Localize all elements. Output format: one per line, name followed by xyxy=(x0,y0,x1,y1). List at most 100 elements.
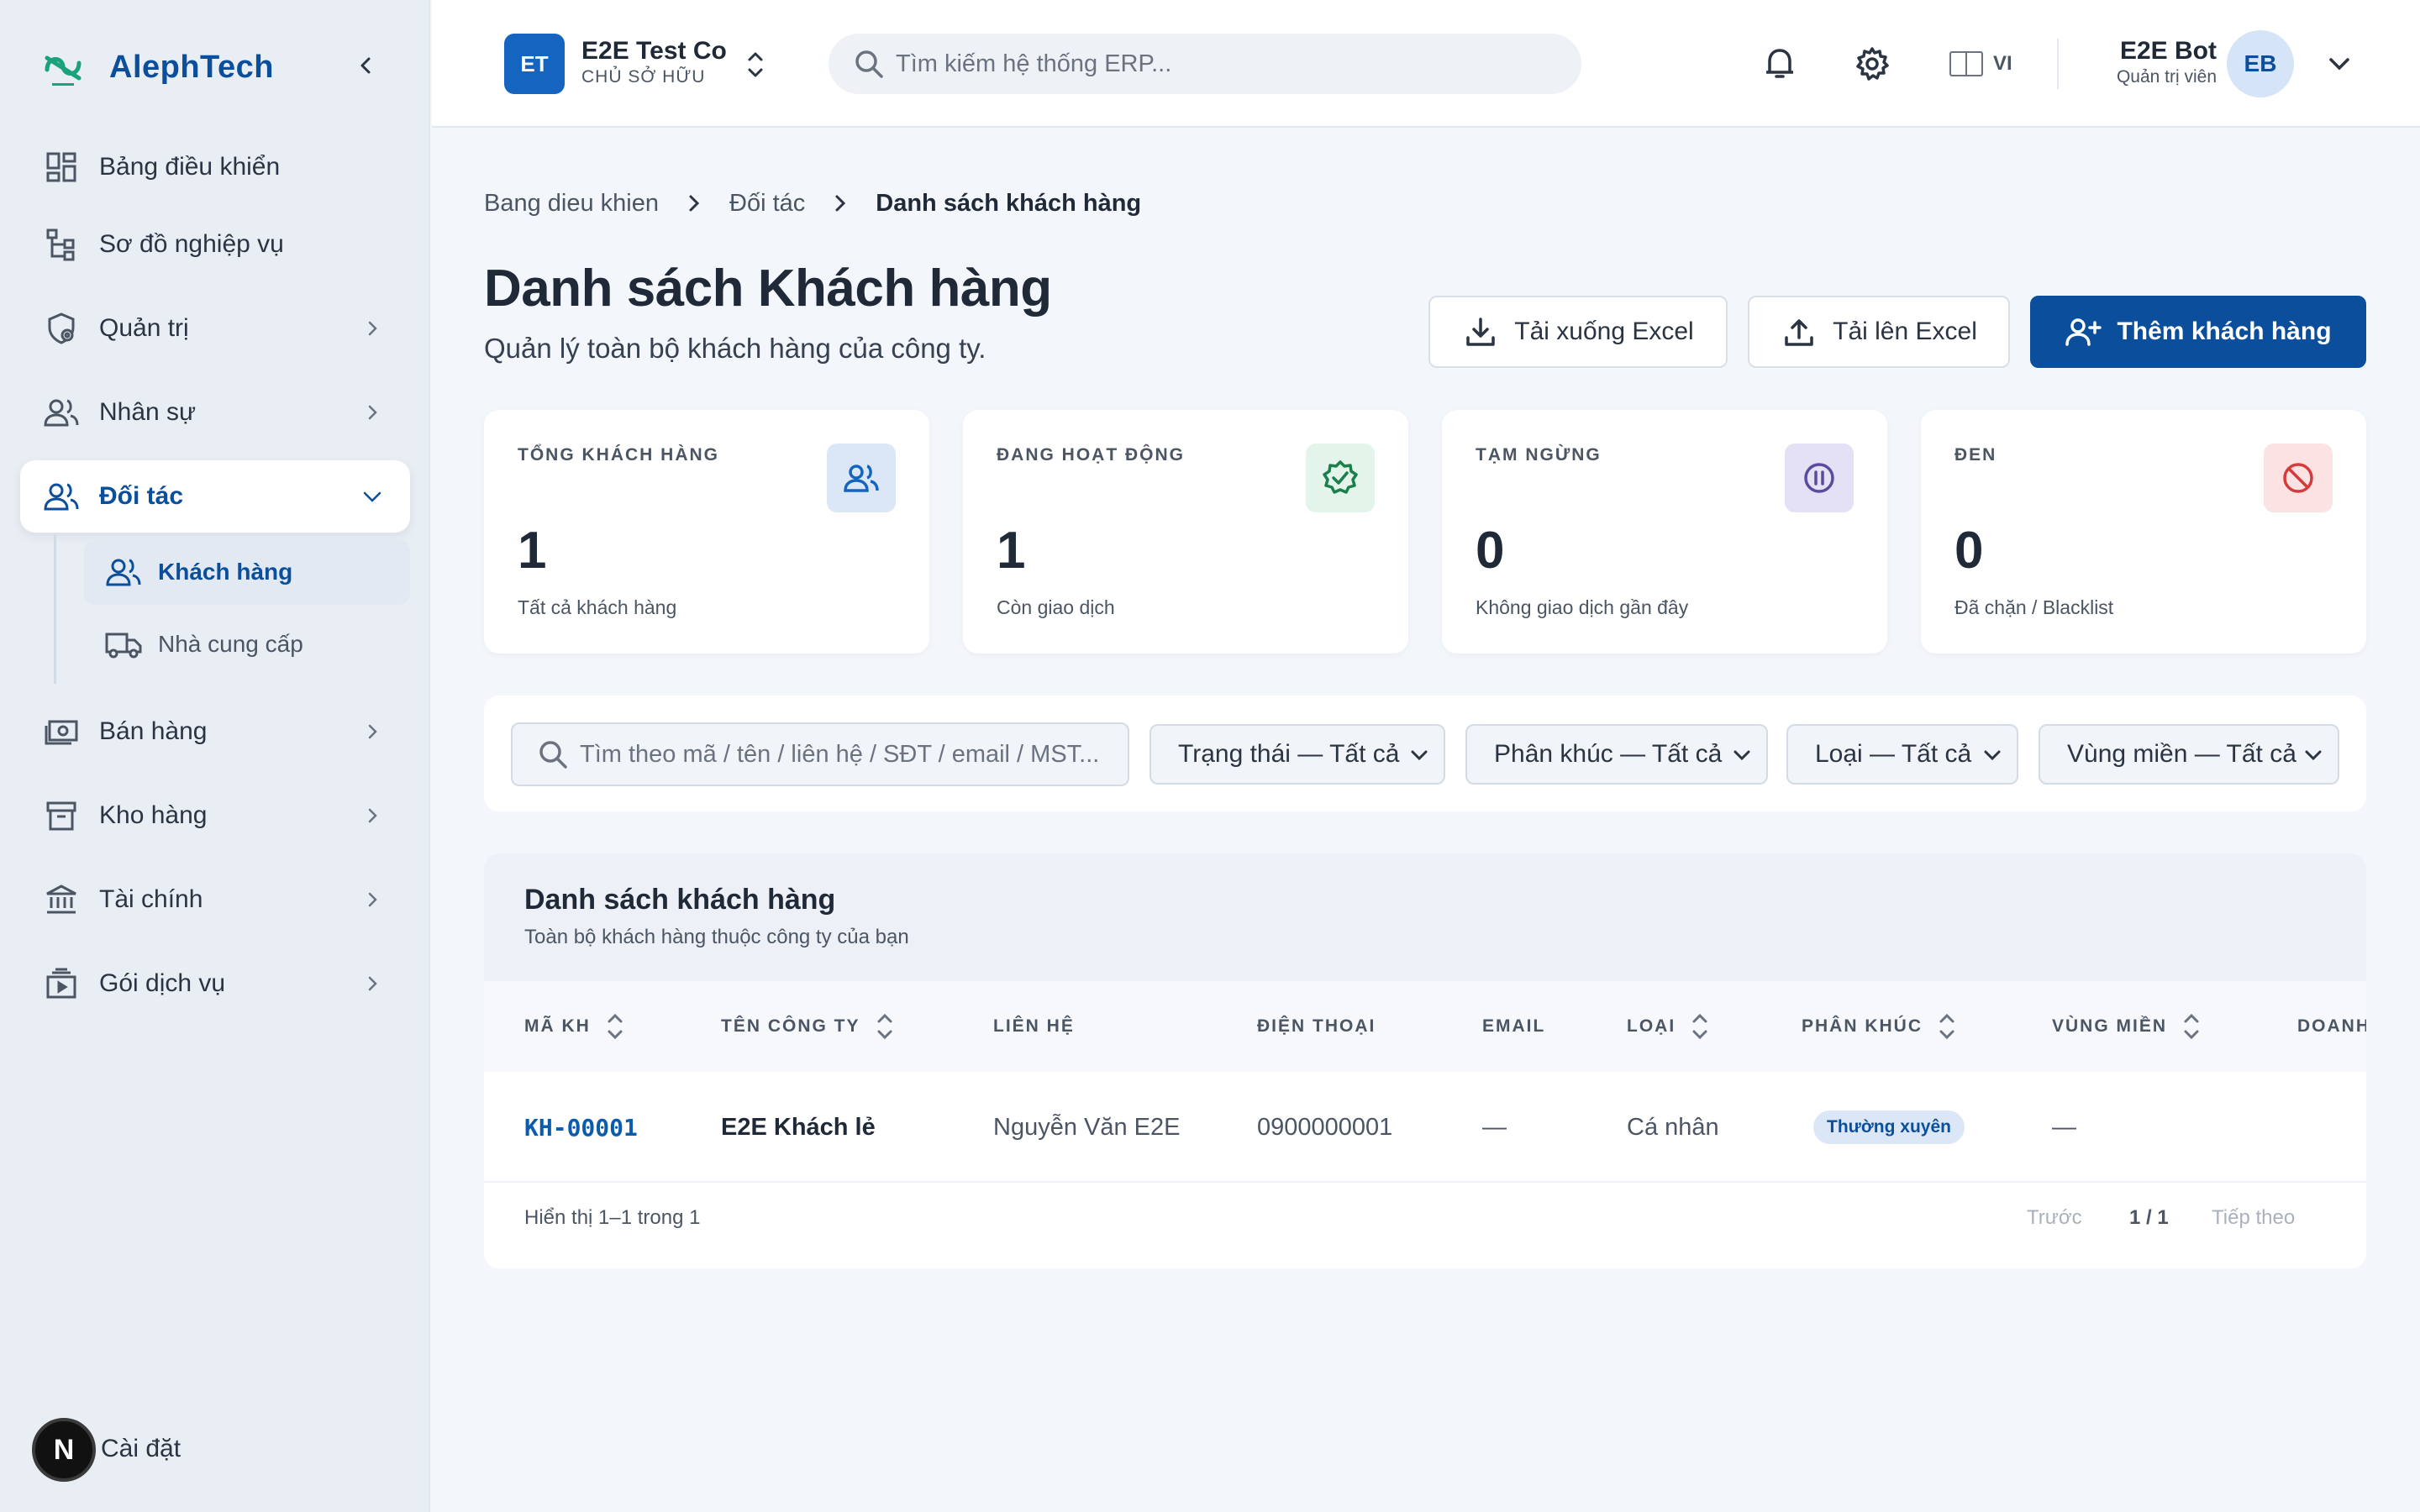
language-switcher[interactable]: VI xyxy=(1949,40,2012,87)
column-header-label: LIÊN HỆ xyxy=(993,1016,1075,1036)
global-search[interactable] xyxy=(829,34,1581,94)
sidebar-item-partners[interactable]: Đối tác xyxy=(20,460,410,533)
sitemap-icon xyxy=(40,223,82,265)
flag-icon xyxy=(1949,51,1983,76)
sidebar-item-process-map[interactable]: Sơ đồ nghiệp vụ xyxy=(20,208,410,281)
customer-search-input[interactable] xyxy=(580,740,1118,769)
search-icon xyxy=(850,45,887,82)
sort-icon[interactable] xyxy=(606,1010,624,1043)
breadcrumb-home[interactable]: Bang dieu khien xyxy=(484,190,659,218)
stat-value: 1 xyxy=(997,522,1026,580)
footer-avatar[interactable]: N xyxy=(32,1418,96,1482)
download-excel-button[interactable]: Tải xuống Excel xyxy=(1428,296,1728,368)
column-header-label: LOẠI xyxy=(1627,1016,1676,1036)
breadcrumb-partners[interactable]: Đối tác xyxy=(729,190,805,218)
column-header-contact: LIÊN HỆ xyxy=(993,981,1075,1072)
stat-subtitle: Không giao dịch gần đây xyxy=(1476,596,1689,618)
blocked-icon xyxy=(2264,444,2333,512)
sidebar-item-warehouse[interactable]: Kho hàng xyxy=(20,780,410,852)
column-header-segment[interactable]: PHÂN KHÚC xyxy=(1802,981,1956,1072)
stat-subtitle: Còn giao dịch xyxy=(997,596,1115,618)
settings-link[interactable]: Cài đặt xyxy=(101,1435,181,1463)
sidebar-item-label: Quản trị xyxy=(99,314,189,342)
table-row[interactable]: KH-00001 E2E Khách lẻ Nguyễn Văn E2E 090… xyxy=(484,1072,2366,1183)
segment-filter[interactable]: Phân khúc — Tất cả xyxy=(1465,724,1768,785)
truck-icon xyxy=(103,623,145,665)
status-filter[interactable]: Trạng thái — Tất cả xyxy=(1150,724,1445,785)
dashboard-icon xyxy=(40,146,82,188)
stat-card-active: ĐANG HOẠT ĐỘNG 1 Còn giao dịch xyxy=(963,410,1408,654)
avatar[interactable]: EB xyxy=(2227,30,2294,97)
breadcrumb: Bang dieu khien Đối tác Danh sách khách … xyxy=(484,186,1141,220)
sort-icon[interactable] xyxy=(876,1010,894,1043)
customer-code-link[interactable]: KH-00001 xyxy=(524,1072,638,1183)
sidebar-item-subscription[interactable]: Gói dịch vụ xyxy=(20,948,410,1020)
add-customer-button[interactable]: Thêm khách hàng xyxy=(2030,296,2366,368)
sidebar-item-label: Tài chính xyxy=(99,885,203,913)
aleph-logo-icon xyxy=(40,45,86,90)
upload-icon xyxy=(1781,313,1818,350)
customer-search[interactable] xyxy=(511,722,1129,786)
column-header-type[interactable]: LOẠI xyxy=(1627,981,1709,1072)
sidebar-item-hr[interactable]: Nhân sự xyxy=(20,376,410,449)
pause-icon xyxy=(1785,444,1854,512)
sidebar-item-admin[interactable]: Quản trị xyxy=(20,292,410,365)
customer-segment-cell: Thường xuyên xyxy=(1813,1072,1965,1183)
column-header-company[interactable]: TÊN CÔNG TY xyxy=(721,981,894,1072)
customer-company: E2E Khách lẻ xyxy=(721,1113,876,1141)
download-excel-label: Tải xuống Excel xyxy=(1514,318,1694,345)
sidebar-item-label: Nhân sự xyxy=(99,398,197,426)
chevron-right-icon xyxy=(677,186,711,220)
company-name[interactable]: E2E Test Co xyxy=(581,37,727,66)
global-search-input[interactable] xyxy=(896,50,1551,78)
people-icon xyxy=(40,391,82,433)
upload-excel-button[interactable]: Tải lên Excel xyxy=(1748,296,2010,368)
segment-filter-value: Phân khúc — Tất cả xyxy=(1494,740,1723,768)
page-title: Danh sách Khách hàng xyxy=(484,260,1052,318)
sidebar-item-sales[interactable]: Bán hàng xyxy=(20,696,410,768)
sidebar-subitem-customers[interactable]: Khách hàng xyxy=(84,539,410,605)
sidebar: AlephTech Bảng điều khiển Sơ đồ nghiệp v… xyxy=(0,0,430,1512)
table-header-block: Danh sách khách hàng Toàn bộ khách hàng … xyxy=(484,853,2366,981)
column-header-region[interactable]: VÙNG MIỀN xyxy=(2052,981,2201,1072)
sidebar-subitem-suppliers[interactable]: Nhà cung cấp xyxy=(84,612,410,677)
column-header-label: ĐIỆN THOẠI xyxy=(1257,1016,1376,1036)
language-code: VI xyxy=(1993,52,2012,75)
type-filter[interactable]: Loại — Tất cả xyxy=(1786,724,2018,785)
region-filter-value: Vùng miền — Tất cả xyxy=(2067,740,2296,768)
user-name[interactable]: E2E Bot xyxy=(2116,37,2217,66)
stat-value: 0 xyxy=(1954,522,1984,580)
customer-region: — xyxy=(2052,1113,2076,1141)
sidebar-item-dashboard[interactable]: Bảng điều khiển xyxy=(20,131,410,203)
customer-phone: 0900000001 xyxy=(1257,1113,1393,1141)
column-header-code[interactable]: MÃ KH xyxy=(524,981,624,1072)
bell-icon[interactable] xyxy=(1760,44,1800,84)
company-badge[interactable]: ET xyxy=(504,34,565,94)
customer-email: — xyxy=(1482,1113,1507,1141)
verified-badge-icon xyxy=(1306,444,1375,512)
sort-icon[interactable] xyxy=(2182,1010,2201,1043)
stat-title: ĐEN xyxy=(1954,445,1997,465)
stat-subtitle: Tất cả khách hàng xyxy=(518,596,677,618)
chevron-down-icon[interactable] xyxy=(2324,49,2354,79)
unfold-icon[interactable] xyxy=(743,44,768,86)
column-header-label: MÃ KH xyxy=(524,1016,591,1036)
topbar-divider xyxy=(2057,39,2059,89)
column-header-label: VÙNG MIỀN xyxy=(2052,1016,2168,1036)
column-header-label: TÊN CÔNG TY xyxy=(721,1016,860,1036)
pagination-next-button[interactable]: Tiếp theo xyxy=(2212,1206,2295,1230)
gear-icon[interactable] xyxy=(1852,44,1892,84)
sort-icon[interactable] xyxy=(1691,1010,1709,1043)
column-header-label: PHÂN KHÚC xyxy=(1802,1016,1923,1036)
collapse-sidebar-icon[interactable] xyxy=(350,49,383,82)
pagination-prev-button[interactable]: Trước xyxy=(2027,1206,2082,1230)
sort-icon[interactable] xyxy=(1938,1010,1956,1043)
customer-type: Cá nhân xyxy=(1627,1113,1719,1141)
sidebar-item-label: Đối tác xyxy=(99,482,184,510)
sidebar-item-finance[interactable]: Tài chính xyxy=(20,864,410,936)
breadcrumb-current: Danh sách khách hàng xyxy=(876,189,1142,217)
column-header-label: EMAIL xyxy=(1482,1016,1546,1036)
brand[interactable]: AlephTech xyxy=(40,42,274,92)
pagination-current-page: 1 / 1 xyxy=(2129,1206,2169,1229)
region-filter[interactable]: Vùng miền — Tất cả xyxy=(2039,724,2339,785)
